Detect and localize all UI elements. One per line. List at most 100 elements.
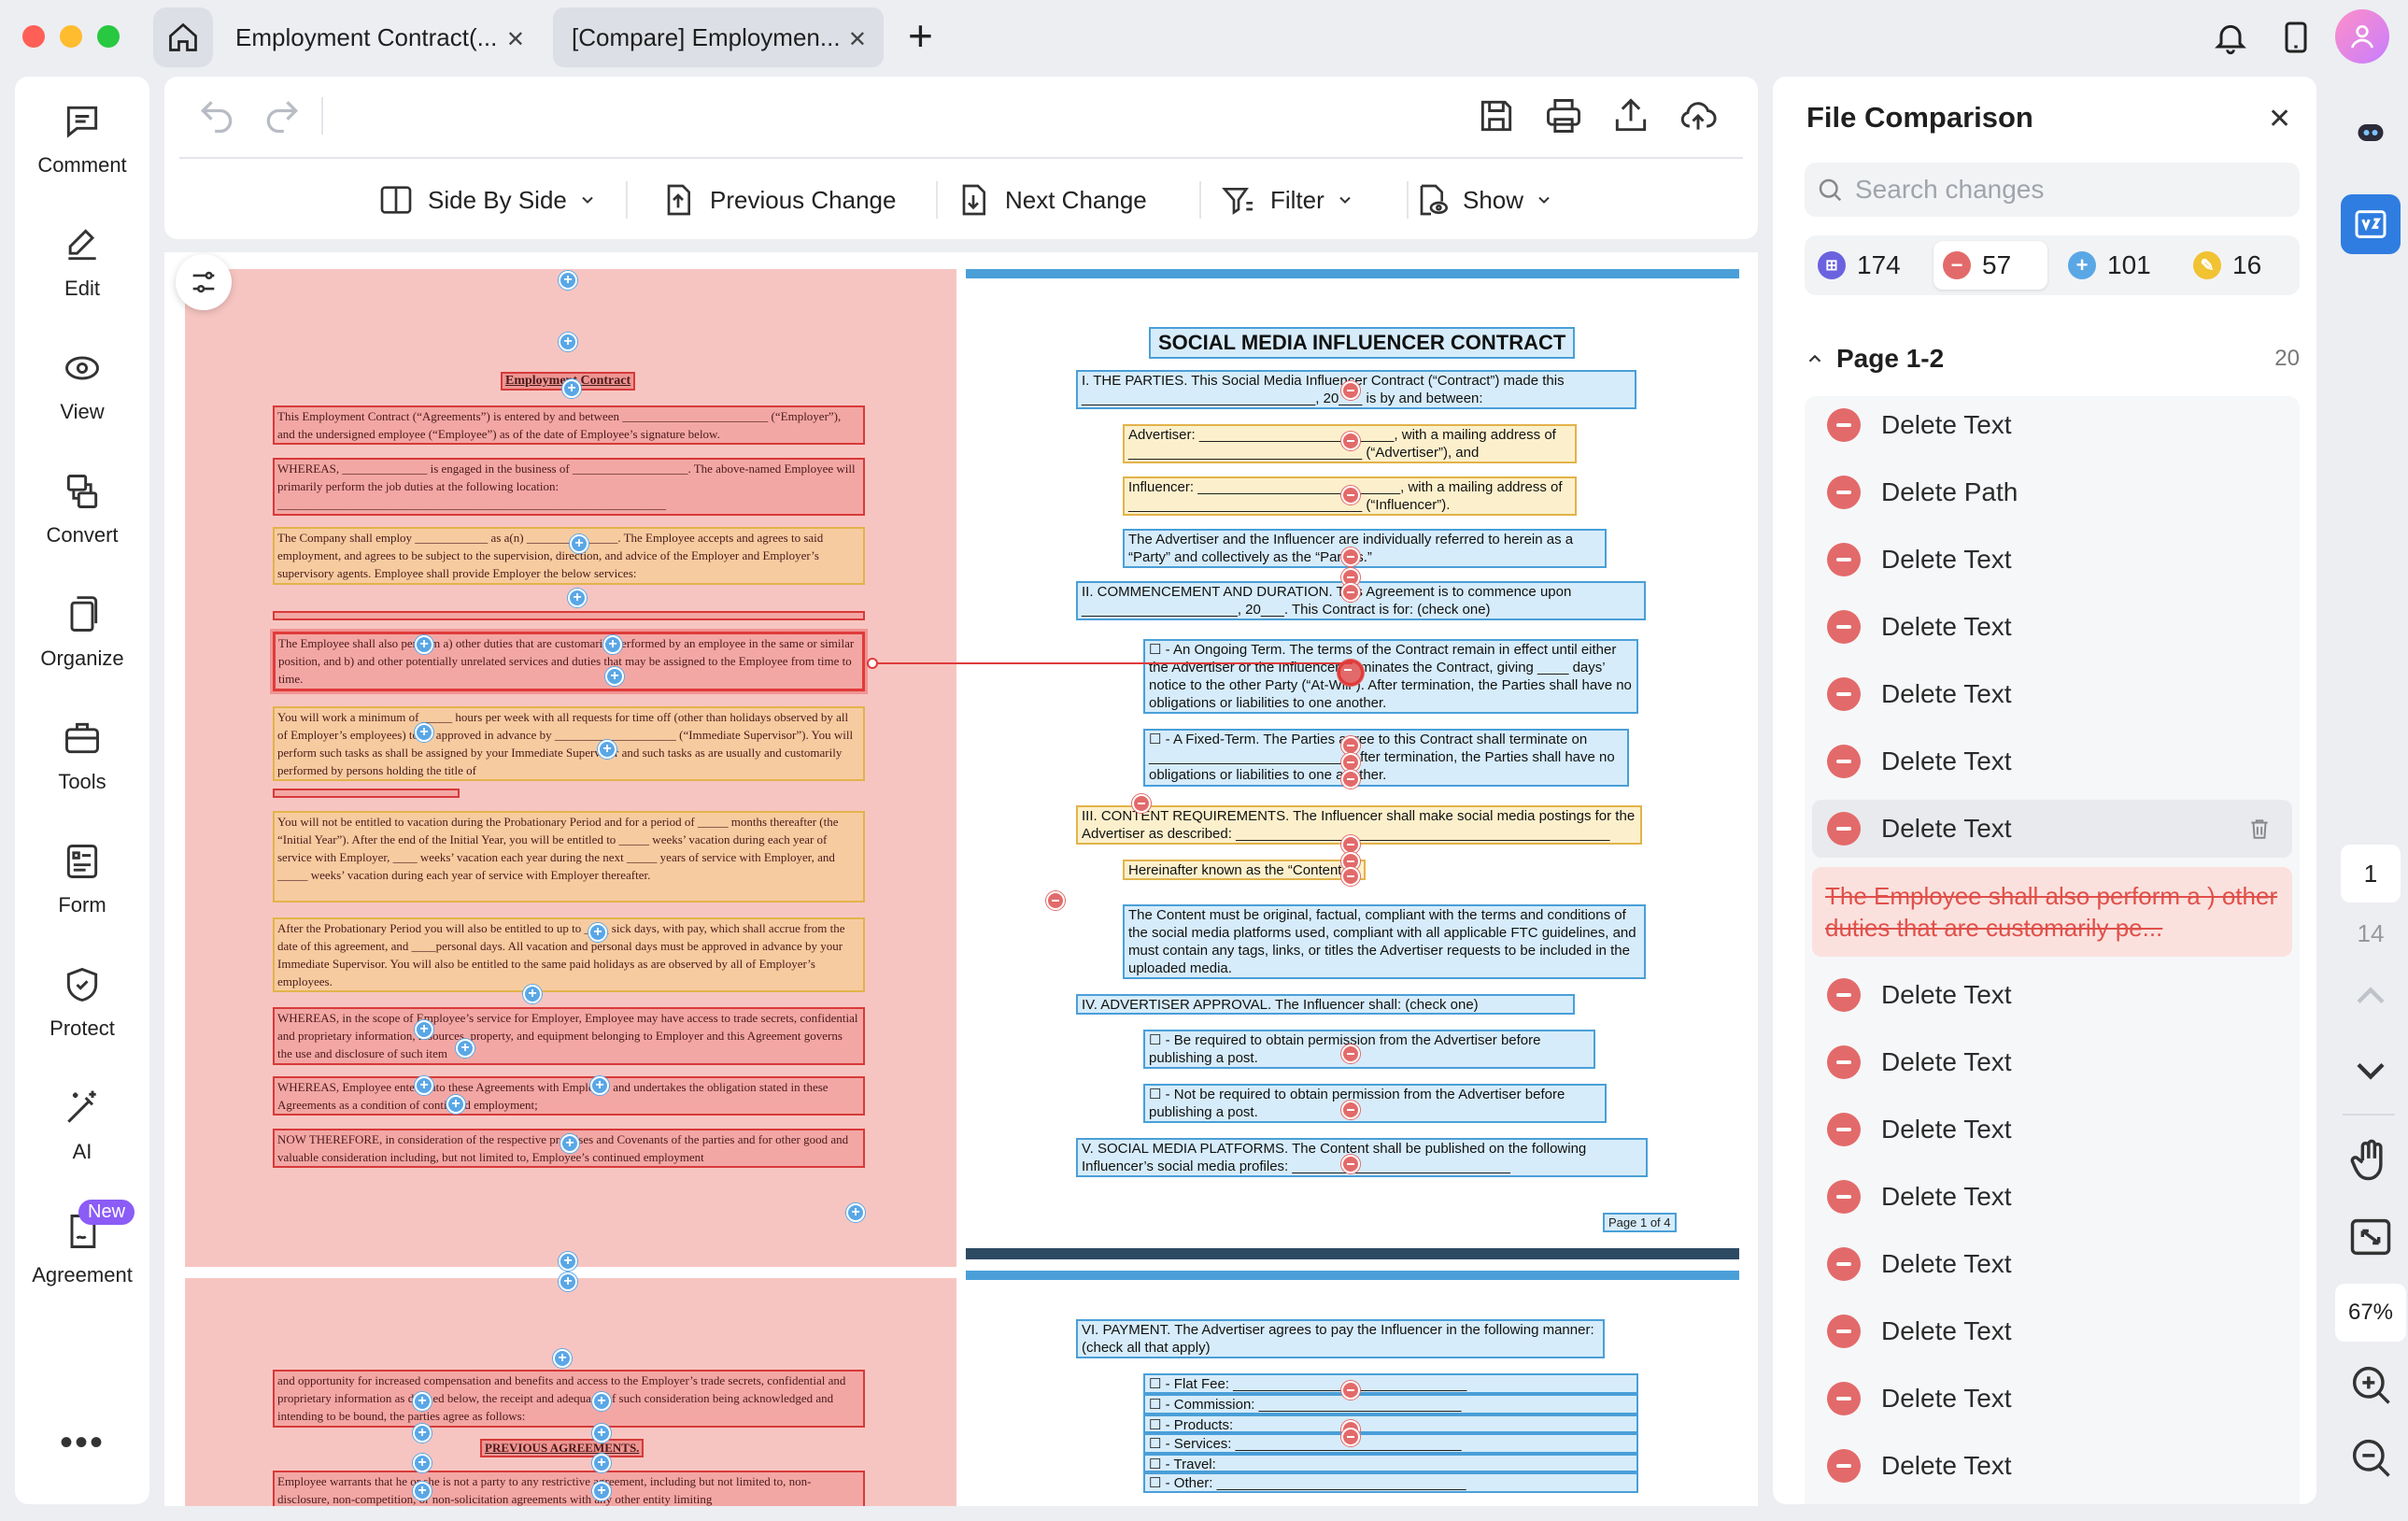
tab-employment-contract[interactable]: Employment Contract(... ✕ (217, 7, 542, 67)
sidebar-item-view[interactable]: View (15, 348, 149, 424)
delete-marker[interactable] (1341, 1101, 1360, 1119)
delete-marker[interactable] (1341, 1155, 1360, 1173)
insert-marker[interactable]: + (413, 1392, 432, 1411)
new-tab-button[interactable]: + (908, 14, 933, 57)
change-item[interactable]: Delete Text (1812, 598, 2292, 656)
insert-marker[interactable]: + (592, 1392, 611, 1411)
change-item[interactable]: Delete Text (1812, 1437, 2292, 1495)
page-group-header[interactable]: Page 1-2 20 (1805, 340, 2300, 377)
fit-page-icon[interactable] (2346, 1213, 2395, 1261)
avatar[interactable] (2335, 9, 2389, 64)
zoom-in-icon[interactable] (2346, 1360, 2395, 1409)
search-changes-field[interactable] (1805, 163, 2300, 217)
cloud-upload-icon[interactable] (1678, 95, 1719, 136)
insert-marker[interactable]: + (446, 1095, 465, 1114)
insert-marker[interactable]: + (588, 923, 607, 942)
tab-close-icon[interactable]: ✕ (848, 26, 867, 53)
compare-mode-button[interactable] (2341, 194, 2401, 254)
delete-marker[interactable] (1341, 753, 1360, 772)
insert-marker[interactable]: + (559, 1252, 577, 1271)
zoom-out-icon[interactable] (2346, 1433, 2395, 1482)
insert-marker[interactable]: + (523, 985, 542, 1003)
insert-marker[interactable]: + (846, 1203, 865, 1222)
sidebar-item-organize[interactable]: Organize (15, 594, 149, 671)
delete-marker[interactable] (1341, 770, 1360, 789)
insert-marker[interactable]: + (415, 723, 433, 742)
insert-marker[interactable]: + (415, 1020, 433, 1039)
filter-dropdown[interactable]: Filter (1220, 179, 1354, 220)
share-icon[interactable] (1610, 95, 1651, 136)
delete-marker[interactable] (1341, 867, 1360, 886)
insert-marker[interactable]: + (559, 333, 577, 351)
window-zoom-button[interactable] (97, 25, 120, 48)
insert-marker[interactable]: + (553, 1349, 572, 1368)
delete-marker[interactable] (1341, 486, 1360, 505)
stat-replaced-changes[interactable]: ✎ 16 (2184, 241, 2271, 290)
sidebar-item-edit[interactable]: Edit (15, 224, 149, 301)
insert-marker[interactable]: + (560, 1134, 579, 1153)
more-menu-button[interactable]: ••• (15, 1422, 149, 1464)
bell-icon[interactable] (2212, 19, 2249, 56)
tablet-icon[interactable] (2277, 19, 2315, 56)
show-dropdown[interactable]: Show (1412, 179, 1553, 220)
change-item[interactable]: Delete Text (1812, 1235, 2292, 1293)
insert-marker[interactable]: + (559, 271, 577, 290)
change-item[interactable]: Delete Text (1812, 1168, 2292, 1226)
insert-marker[interactable]: + (562, 379, 581, 398)
window-close-button[interactable] (22, 25, 45, 48)
undo-icon[interactable] (196, 95, 237, 136)
print-icon[interactable] (1543, 95, 1584, 136)
delete-marker[interactable] (1341, 1045, 1360, 1063)
compare-settings-button[interactable] (176, 254, 232, 310)
zoom-level-box[interactable]: 67% (2335, 1284, 2406, 1342)
sidebar-item-agreement[interactable]: New Agreement (15, 1200, 149, 1287)
current-page-box[interactable]: 1 (2341, 845, 2401, 903)
delete-marker[interactable] (1341, 432, 1360, 450)
insert-marker[interactable]: + (413, 1482, 432, 1500)
insert-marker[interactable]: + (605, 667, 624, 686)
stat-all-changes[interactable]: ⊞ 174 (1808, 241, 1910, 290)
delete-marker[interactable] (1341, 835, 1360, 854)
insert-marker[interactable]: + (603, 635, 622, 654)
insert-marker[interactable]: + (413, 1424, 432, 1443)
insert-marker[interactable]: + (570, 534, 588, 553)
insert-marker[interactable]: + (592, 1424, 611, 1443)
window-minimize-button[interactable] (60, 25, 82, 48)
stat-deleted-changes[interactable]: − 57 (1933, 241, 2047, 290)
delete-marker[interactable] (1341, 547, 1360, 566)
sidebar-item-comment[interactable]: Comment (15, 101, 149, 178)
change-item[interactable]: Delete Text (1812, 1101, 2292, 1159)
close-panel-icon[interactable]: ✕ (2268, 103, 2291, 135)
left-paragraph-selected[interactable]: The Employee shall also perform a) other… (273, 632, 865, 691)
insert-marker[interactable]: + (415, 1076, 433, 1095)
insert-marker[interactable]: + (568, 589, 587, 607)
sidebar-item-tools[interactable]: Tools (15, 718, 149, 794)
delete-marker[interactable] (1132, 794, 1151, 813)
next-change-button[interactable]: Next Change (955, 179, 1147, 220)
change-item[interactable]: Delete Text (1812, 1302, 2292, 1360)
sidebar-item-convert[interactable]: Convert (15, 471, 149, 547)
chevron-down-icon[interactable] (2346, 1046, 2395, 1095)
previous-change-button[interactable]: Previous Change (659, 179, 896, 220)
sidebar-item-protect[interactable]: Protect (15, 964, 149, 1041)
trash-icon[interactable] (2247, 817, 2272, 841)
side-by-side-dropdown[interactable]: Side By Side (377, 179, 597, 220)
tab-close-icon[interactable]: ✕ (506, 26, 525, 53)
insert-marker[interactable]: + (590, 1076, 609, 1095)
change-item[interactable]: Delete Text (1812, 665, 2292, 723)
redo-icon[interactable] (262, 95, 303, 136)
delete-marker[interactable] (1341, 583, 1360, 602)
delete-marker[interactable] (1046, 891, 1065, 910)
tab-compare-employment[interactable]: [Compare] Employmen... ✕ (553, 7, 884, 67)
delete-marker[interactable] (1341, 1428, 1360, 1446)
change-item[interactable]: Delete Text (1812, 531, 2292, 589)
change-item[interactable]: Delete Text (1812, 1033, 2292, 1091)
change-item[interactable]: Delete Text (1812, 1370, 2292, 1428)
delete-marker[interactable] (1341, 736, 1360, 755)
assistant-bot-button[interactable] (2352, 114, 2389, 151)
change-item[interactable]: Delete Text (1812, 966, 2292, 1024)
save-icon[interactable] (1476, 95, 1517, 136)
chevron-up-icon[interactable] (2346, 972, 2395, 1020)
delete-marker[interactable] (1341, 381, 1360, 400)
home-button[interactable] (153, 7, 213, 67)
